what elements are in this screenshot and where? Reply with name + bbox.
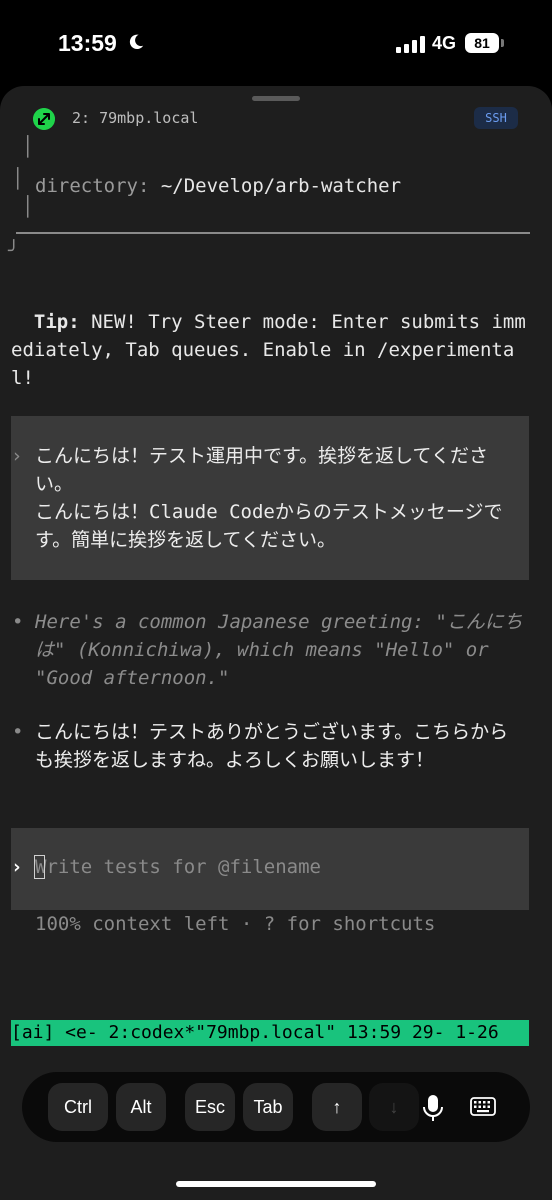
tip-message: Tip: NEW! Try Steer mode: Enter submits … xyxy=(11,308,533,392)
box-border-left: │ xyxy=(22,196,34,218)
clock: 13:59 xyxy=(58,30,117,56)
box-border-bottom xyxy=(16,232,530,234)
assistant-response: こんにちは！テストありがとうございます。こちらからも挨拶を返しますね。よろしくお… xyxy=(35,721,509,771)
directory-line: directory: ~/Develop/arb-watcher xyxy=(35,172,401,200)
sheet-grabber[interactable] xyxy=(252,96,300,101)
user-message-block: › こんにちは！テスト運用中です。挨拶を返してください。 こんにちは！Claud… xyxy=(11,416,529,580)
esc-key[interactable]: Esc xyxy=(185,1083,235,1131)
connection-status-icon[interactable] xyxy=(33,108,55,130)
directory-value: ~/Develop/arb-watcher xyxy=(160,175,402,197)
directory-label: directory: xyxy=(35,175,150,197)
user-message: こんにちは！テスト運用中です。挨拶を返してください。 こんにちは！Claude … xyxy=(35,445,503,551)
input-prompt-marker: › xyxy=(11,856,23,878)
tmux-status-bar: [ai] <e- 2:codex*"79mbp.local" 13:59 29-… xyxy=(11,1020,529,1046)
tip-label: Tip: xyxy=(33,311,80,333)
session-host: 2: 79mbp.local xyxy=(72,109,199,127)
arrow-up-key[interactable]: ↑ xyxy=(312,1083,362,1131)
box-border-left: │ xyxy=(12,168,24,190)
response-bullet: • xyxy=(12,611,24,633)
microphone-icon[interactable] xyxy=(413,1083,453,1131)
battery-tip xyxy=(501,39,504,47)
alt-key[interactable]: Alt xyxy=(116,1083,166,1131)
home-indicator[interactable] xyxy=(176,1181,376,1187)
terminal-sheet: 2: 79mbp.local SSH │ │ │ directory: ~/De… xyxy=(0,86,552,1200)
ssh-badge: SSH xyxy=(474,107,518,129)
text-cursor xyxy=(34,855,45,879)
network-type: 4G xyxy=(432,33,457,53)
ctrl-key[interactable]: Ctrl xyxy=(48,1083,108,1131)
response-bullet: • xyxy=(12,721,24,743)
cellular-signal-icon xyxy=(396,36,426,53)
box-corner: ╯ xyxy=(8,240,20,262)
box-border-left: │ xyxy=(22,136,34,158)
user-prompt-marker: › xyxy=(11,445,23,467)
input-placeholder[interactable]: Write tests for @filename xyxy=(35,853,321,881)
extra-keys-bar: Ctrl Alt Esc Tab ↑ ↓ xyxy=(22,1072,530,1142)
context-status: 100% context left · ? for shortcuts xyxy=(35,913,436,935)
battery-icon: 81 xyxy=(465,33,499,53)
status-bar: 13:59 4G 81 xyxy=(0,0,552,88)
assistant-reasoning: Here's a common Japanese greeting: "こんにち… xyxy=(35,611,523,689)
tip-text: NEW! Try Steer mode: Enter submits immed… xyxy=(11,311,526,389)
arrow-down-key[interactable]: ↓ xyxy=(369,1083,419,1131)
keyboard-icon[interactable] xyxy=(463,1083,503,1131)
moon-icon xyxy=(129,34,144,50)
composer-input[interactable]: › Write tests for @filename xyxy=(11,828,529,910)
tab-key[interactable]: Tab xyxy=(243,1083,293,1131)
